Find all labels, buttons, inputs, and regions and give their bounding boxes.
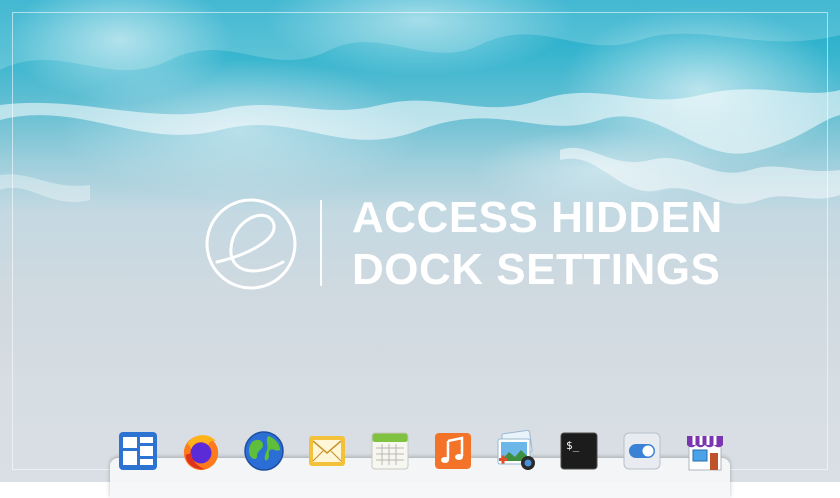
dock-item-mail[interactable] xyxy=(306,430,348,472)
dock-items: $_ xyxy=(117,428,726,474)
photos-icon xyxy=(497,430,535,470)
toggle-switch-icon xyxy=(623,432,661,470)
dock-item-multitasking-view[interactable] xyxy=(117,430,159,472)
dock-item-music[interactable] xyxy=(432,430,474,472)
dock-item-appcenter[interactable] xyxy=(684,430,726,472)
dock-item-photos[interactable] xyxy=(495,430,537,472)
title-line-1: ACCESS HIDDEN xyxy=(352,193,723,242)
page-title: ACCESS HIDDEN DOCK SETTINGS xyxy=(352,192,723,296)
dock-item-terminal[interactable]: $_ xyxy=(558,430,600,472)
multitasking-icon xyxy=(119,432,157,470)
calendar-icon xyxy=(371,432,409,470)
elementary-os-logo-icon xyxy=(203,196,299,292)
music-icon xyxy=(435,433,471,469)
globe-icon xyxy=(244,431,284,471)
dock-item-firefox[interactable] xyxy=(180,430,222,472)
dock-item-calendar[interactable] xyxy=(369,430,411,472)
terminal-icon: $_ xyxy=(560,432,598,470)
appcenter-store-icon xyxy=(687,436,723,471)
dock-item-system-settings[interactable] xyxy=(621,430,663,472)
mail-icon xyxy=(309,436,345,466)
terminal-prompt-text: $_ xyxy=(566,439,580,452)
firefox-icon xyxy=(183,435,219,471)
title-line-2: DOCK SETTINGS xyxy=(352,245,721,294)
title-divider xyxy=(320,200,322,286)
dock-item-web-browser[interactable] xyxy=(243,430,285,472)
